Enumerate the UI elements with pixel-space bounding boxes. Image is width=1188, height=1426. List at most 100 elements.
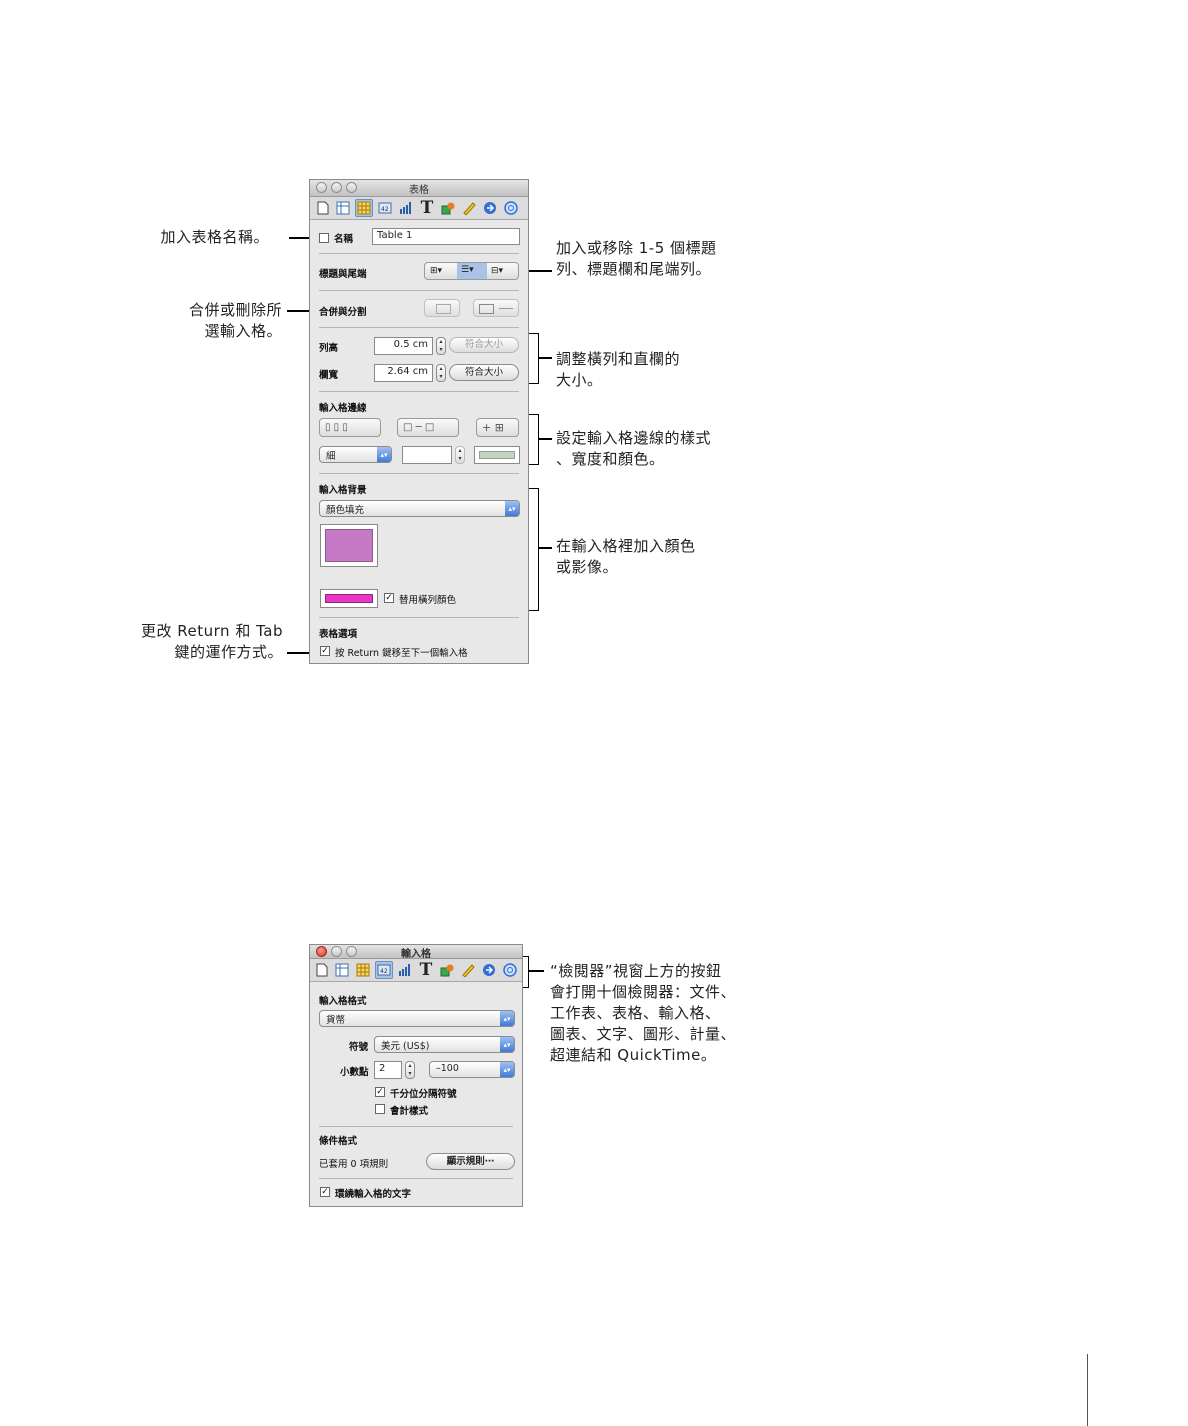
cell-icon[interactable]: 42 — [375, 961, 393, 979]
window-title: 輸入格 — [401, 949, 431, 960]
wrap-text-checkbox[interactable]: ✓ — [320, 1187, 330, 1197]
show-rules-button[interactable]: 顯示規則⋯ — [426, 1153, 515, 1170]
header-rows-button[interactable]: ⊞▾ — [430, 266, 442, 276]
border-style-popup[interactable]: 細 ▴▾ — [319, 446, 392, 463]
merge-split-label: 合併與分割 — [319, 307, 367, 318]
header-footer-control: ⊞▾ ☰▾ ⊟▾ — [424, 262, 519, 280]
name-checkbox[interactable] — [319, 233, 329, 243]
chart-icon[interactable] — [396, 961, 414, 979]
col-width-stepper[interactable]: ▴ ▾ — [436, 364, 446, 382]
quicktime-icon[interactable] — [501, 961, 519, 979]
shape-icon[interactable] — [439, 199, 457, 217]
leader-line — [538, 547, 552, 549]
document-icon[interactable] — [314, 199, 332, 217]
thousands-checkbox[interactable]: ✓ — [375, 1087, 385, 1097]
border-inner-control[interactable]: □ ─ □ — [397, 418, 459, 437]
row-height-label: 列高 — [319, 343, 339, 354]
alternate-color-swatch — [325, 594, 373, 603]
alternate-row-checkbox[interactable]: ✓ — [384, 593, 394, 603]
hyperlink-icon[interactable] — [481, 199, 499, 217]
cell-icon[interactable]: 42 — [376, 199, 394, 217]
border-width-stepper[interactable]: ▴ ▾ — [455, 446, 465, 464]
table-options-label: 表格選項 — [319, 629, 358, 640]
fill-color-swatch — [325, 529, 373, 562]
header-footer-label: 標題與尾端 — [319, 269, 367, 280]
cell-background-label: 輸入格背景 — [319, 485, 367, 496]
header-columns-button[interactable]: ☰▾ — [457, 263, 487, 279]
merge-cells-button[interactable] — [424, 299, 460, 317]
cell-inspector-window: 輸入格 42 T 輸入格格式 貨幣 ▴▾ 符號 美元 (US$) ▴▾ 小數點 … — [309, 944, 523, 1207]
callout-inspector-2: 會打開十個檢閱器：文件、 — [550, 983, 737, 1001]
leader-line — [538, 357, 552, 359]
accounting-checkbox[interactable] — [375, 1104, 385, 1114]
decimals-stepper[interactable]: ▴ ▾ — [405, 1061, 415, 1079]
chart-icon[interactable] — [397, 199, 415, 217]
alternate-color-well[interactable] — [320, 589, 378, 608]
shape-icon[interactable] — [438, 961, 456, 979]
sheet-icon[interactable] — [334, 199, 352, 217]
callout-merge-1: 合併或刪除所 — [188, 301, 282, 319]
cell-borders-label: 輸入格邊線 — [319, 403, 367, 414]
text-icon[interactable]: T — [417, 960, 435, 980]
page-margin-rule — [1087, 1354, 1088, 1426]
currency-symbol-popup[interactable]: 美元 (US$) ▴▾ — [374, 1036, 515, 1053]
text-icon[interactable]: T — [418, 198, 436, 218]
return-option-checkbox[interactable]: ✓ — [320, 646, 330, 656]
fill-color-well[interactable] — [320, 524, 378, 567]
split-columns-button[interactable] — [479, 304, 494, 314]
callout-resize-2: 大小。 — [556, 371, 603, 389]
chevron-updown-icon: ▴▾ — [500, 1011, 514, 1026]
name-label: 名稱 — [334, 234, 354, 245]
cell-format-value: 貨幣 — [326, 1015, 346, 1026]
table-icon[interactable] — [355, 199, 373, 217]
symbol-label: 符號 — [349, 1042, 369, 1053]
conditional-format-label: 條件格式 — [319, 1136, 358, 1147]
fit-row-button[interactable]: 符合大小 — [449, 337, 519, 353]
callout-inspector-1: “檢閱器”視窗上方的按鈕 — [550, 962, 722, 980]
border-width-field[interactable] — [402, 446, 452, 464]
border-all-control[interactable]: + ⊞ — [476, 418, 519, 437]
cell-format-popup[interactable]: 貨幣 ▴▾ — [319, 1010, 515, 1027]
quicktime-icon[interactable] — [502, 199, 520, 217]
inspector-toolbar: 42 T — [310, 197, 528, 220]
inspector-toolbar: 42 T — [310, 959, 522, 982]
fill-type-popup[interactable]: 顏色填充 ▴▾ — [319, 500, 520, 517]
row-height-stepper[interactable]: ▴ ▾ — [436, 337, 446, 355]
sheet-icon[interactable] — [333, 961, 351, 979]
callout-header-1: 加入或移除 1-5 個標題 — [556, 239, 717, 257]
table-icon[interactable] — [354, 961, 372, 979]
border-outer-control[interactable]: ▯ ▯ ▯ — [319, 418, 381, 437]
return-option-label: 按 Return 鍵移至下一個輸入格 — [335, 648, 468, 659]
hyperlink-icon[interactable] — [480, 961, 498, 979]
row-height-field[interactable]: 0.5 cm — [374, 337, 433, 355]
chevron-updown-icon: ▴▾ — [500, 1062, 514, 1077]
wrap-text-label: 環繞輸入格的文字 — [335, 1189, 412, 1200]
callout-resize-1: 調整橫列和直欄的 — [556, 350, 681, 368]
metrics-icon[interactable] — [459, 961, 477, 979]
title-bar: 表格 — [310, 180, 528, 197]
fill-type-value: 顏色填充 — [326, 505, 365, 516]
leader-line — [528, 970, 544, 972]
chevron-updown-icon: ▴▾ — [500, 1037, 514, 1052]
divider — [319, 1178, 513, 1179]
window-title: 表格 — [409, 185, 429, 196]
negative-format-popup[interactable]: –100 ▴▾ — [429, 1061, 515, 1078]
col-width-field[interactable]: 2.64 cm — [374, 364, 433, 382]
fit-column-button[interactable]: 符合大小 — [449, 364, 519, 381]
currency-symbol-value: 美元 (US$) — [381, 1041, 430, 1052]
thousands-label: 千分位分隔符號 — [390, 1089, 457, 1100]
divider — [319, 1126, 513, 1127]
title-bar: 輸入格 — [310, 945, 522, 960]
document-icon[interactable] — [313, 961, 331, 979]
metrics-icon[interactable] — [460, 199, 478, 217]
border-color-well[interactable] — [474, 446, 520, 464]
decimals-field[interactable]: 2 — [374, 1061, 402, 1079]
callout-add-name: 加入表格名稱。 — [160, 228, 269, 246]
split-rows-button[interactable] — [499, 308, 513, 309]
footer-rows-button[interactable]: ⊟▾ — [491, 266, 503, 276]
callout-return-1: 更改 Return 和 Tab — [141, 622, 283, 640]
table-name-field[interactable]: Table 1 — [372, 228, 520, 245]
callout-bg-1: 在輸入格裡加入顏色 — [556, 537, 696, 555]
split-cells-control — [473, 299, 519, 317]
callout-merge-2: 選輸入格。 — [204, 322, 282, 340]
